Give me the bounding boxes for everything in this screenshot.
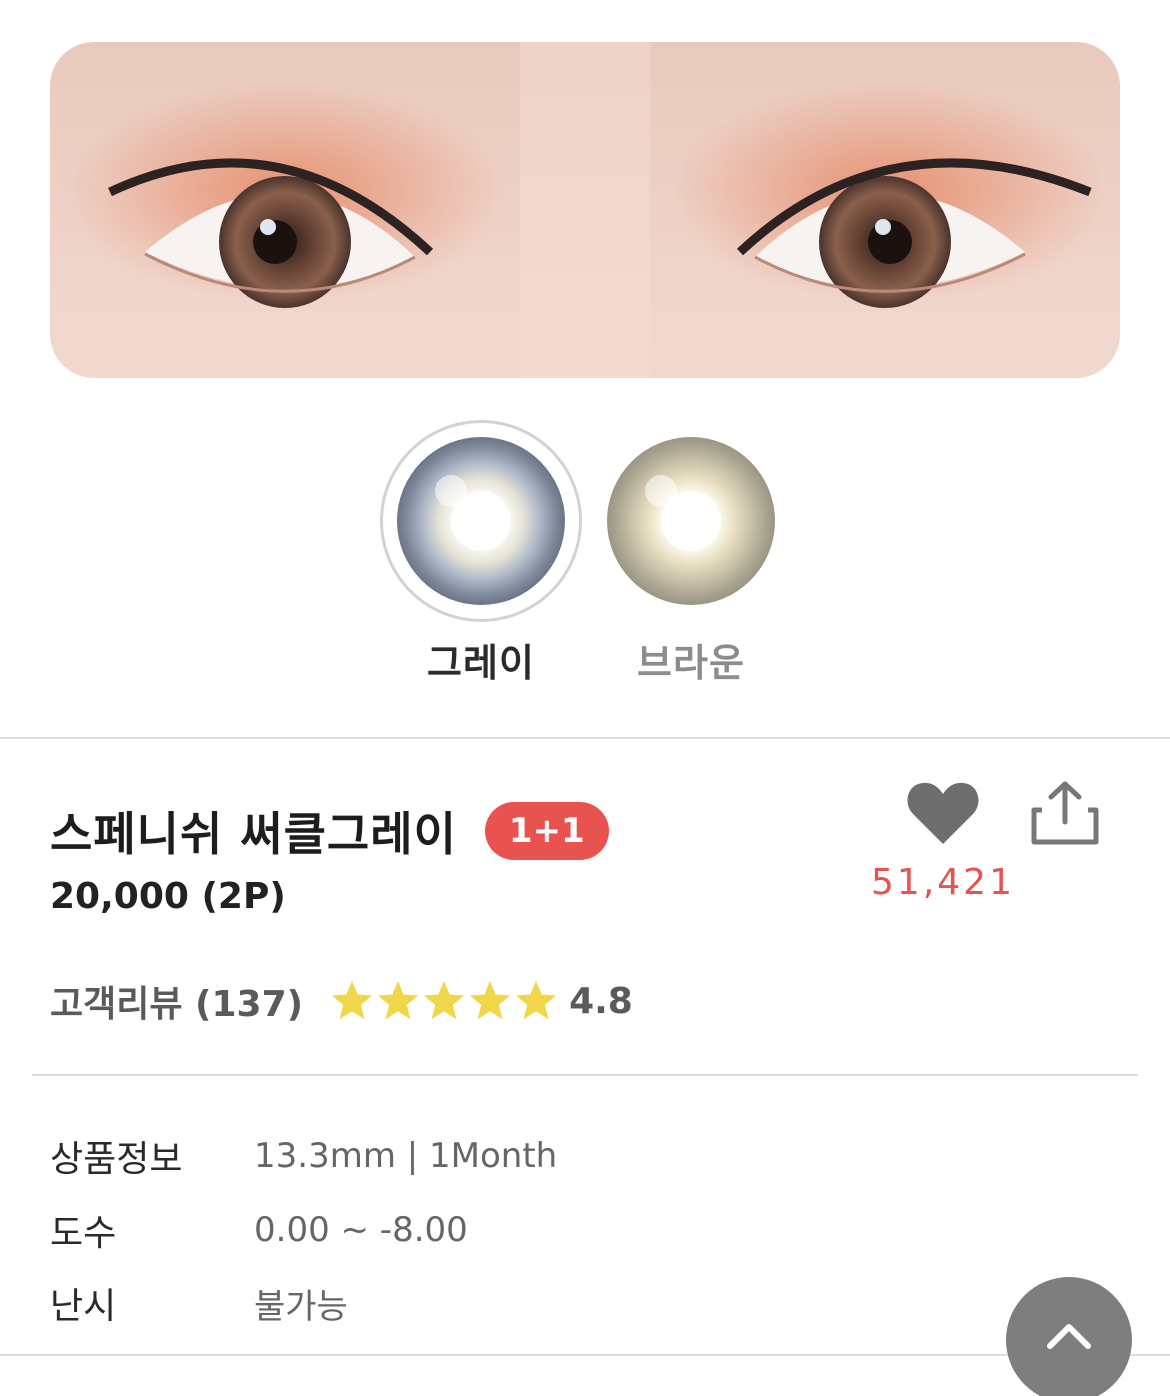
star-icon <box>375 978 421 1024</box>
product-price: 20,000 (2P) <box>50 876 286 917</box>
info-row-power: 도수 0.00 ~ -8.00 <box>50 1204 468 1256</box>
like-count: 51,421 <box>871 862 1015 903</box>
review-summary[interactable]: 고객리뷰 (137) 4.8 <box>50 975 633 1027</box>
product-title-row: 스페니쉬 써클그레이 1+1 <box>50 798 609 864</box>
lens-gray-image <box>397 437 565 605</box>
info-value: 불가능 <box>254 1286 348 1327</box>
info-key: 상품정보 <box>50 1139 183 1180</box>
like-button[interactable] <box>905 778 981 848</box>
star-icon <box>421 978 467 1024</box>
star-icon <box>467 978 513 1024</box>
info-value: 13.3mm | 1Month <box>254 1136 558 1176</box>
color-options: 그레이 브라운 <box>0 420 1170 685</box>
star-icon <box>513 978 559 1024</box>
scroll-top-button[interactable] <box>1006 1277 1132 1396</box>
share-button[interactable] <box>1030 780 1100 846</box>
divider <box>32 1074 1138 1076</box>
info-key: 난시 <box>50 1286 117 1327</box>
star-rating <box>329 978 559 1024</box>
info-row-product: 상품정보 13.3mm | 1Month <box>50 1130 557 1182</box>
lens-brown-image <box>607 437 775 605</box>
chevron-up-icon <box>1047 1324 1091 1349</box>
rating-value: 4.8 <box>569 980 633 1022</box>
swatch-brown[interactable] <box>605 435 777 607</box>
share-icon <box>1031 781 1099 845</box>
info-value: 0.00 ~ -8.00 <box>254 1210 468 1250</box>
review-count-label[interactable]: 고객리뷰 (137) <box>50 975 303 1027</box>
heart-icon <box>907 782 979 844</box>
info-row-astigmatism: 난시 불가능 <box>50 1277 348 1329</box>
star-icon <box>329 978 375 1024</box>
divider <box>0 737 1170 739</box>
promo-badge: 1+1 <box>484 802 609 860</box>
product-title: 스페니쉬 써클그레이 <box>50 807 457 861</box>
product-hero-image <box>50 42 1120 378</box>
swatch-gray-label[interactable]: 그레이 <box>380 632 582 687</box>
info-key: 도수 <box>50 1213 117 1254</box>
divider <box>0 1354 1170 1356</box>
swatch-gray[interactable] <box>380 420 582 622</box>
swatch-brown-label[interactable]: 브라운 <box>605 632 777 687</box>
